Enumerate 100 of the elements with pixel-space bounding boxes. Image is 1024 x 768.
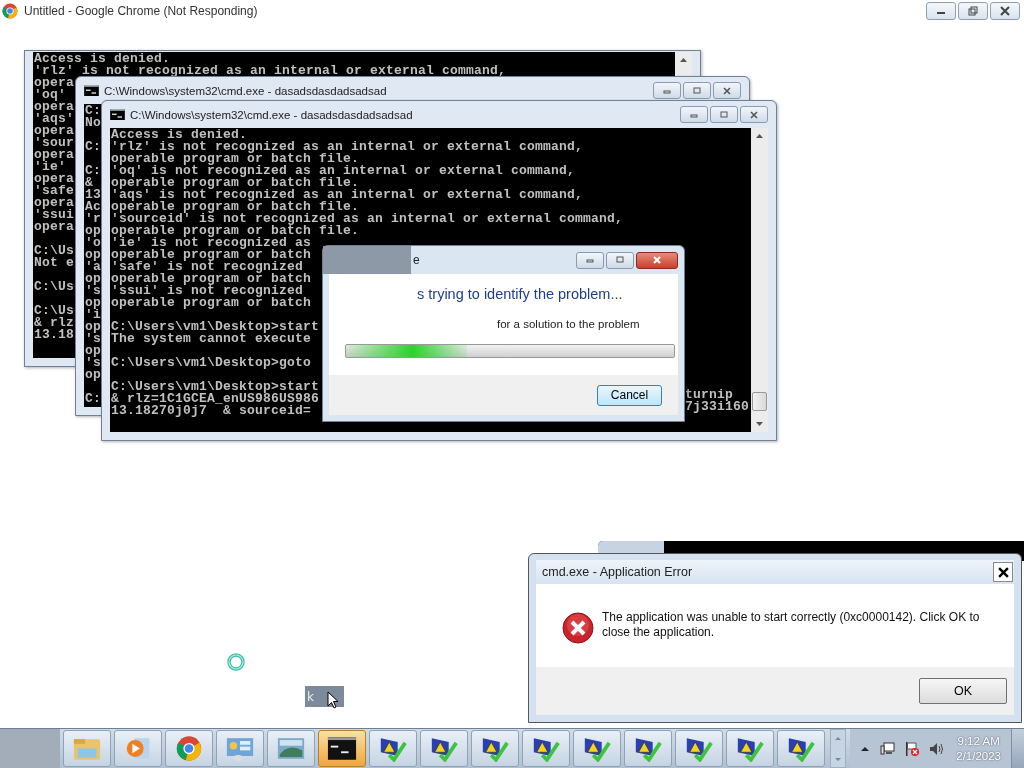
console-line: 's xyxy=(85,285,101,297)
console-line: The system cannot execute xyxy=(111,333,312,345)
console-line: op xyxy=(85,225,101,237)
close-icon xyxy=(722,85,732,96)
taskbar-button[interactable] xyxy=(624,730,672,767)
warning-check-icon xyxy=(378,735,408,762)
console-line: opera xyxy=(34,101,74,113)
console-line: Access is denied. xyxy=(34,53,171,65)
clock-time: 9:12 AM xyxy=(957,733,1000,749)
console-line: opera xyxy=(34,221,74,233)
close-icon xyxy=(1000,6,1010,16)
scrollbar[interactable] xyxy=(751,128,768,432)
taskbar-button[interactable] xyxy=(369,730,417,767)
restore-button[interactable] xyxy=(958,2,988,20)
warning-check-icon xyxy=(786,735,816,762)
console-line: turnip xyxy=(685,389,733,401)
console-icon xyxy=(327,735,357,762)
console-line: operable program or batch file. xyxy=(111,225,360,237)
start-area[interactable] xyxy=(0,729,60,768)
console-line: 'oq' xyxy=(34,89,66,101)
close-icon xyxy=(997,566,1009,578)
console-line: Not e xyxy=(34,257,74,269)
warning-check-icon xyxy=(684,735,714,762)
chrome-icon xyxy=(174,735,204,762)
flag-icon[interactable] xyxy=(904,740,921,757)
console-line: 'rlz' is not recognized as an internal or external command, xyxy=(111,141,584,153)
console-line: operable program or batch file. xyxy=(111,153,360,165)
taskbar-button[interactable] xyxy=(573,730,621,767)
taskbar-button[interactable] xyxy=(471,730,519,767)
close-button[interactable] xyxy=(993,562,1013,582)
scroll-thumb[interactable] xyxy=(752,392,767,411)
close-button[interactable] xyxy=(713,82,741,99)
show-desktop-button[interactable] xyxy=(1011,728,1024,768)
console-line: 'sour xyxy=(34,137,74,149)
console-line: C:\Users\vm1\Desktop>start xyxy=(111,321,320,333)
minimize-button[interactable] xyxy=(926,2,956,20)
console-line: C: xyxy=(85,105,101,117)
warning-check-icon xyxy=(633,735,663,762)
console-line: 'oq' is not recognized as an internal or external command, xyxy=(111,165,576,177)
console-line: C: xyxy=(85,141,101,153)
restore-icon xyxy=(968,6,978,16)
warning-check-icon xyxy=(480,735,510,762)
console-line: op xyxy=(85,297,101,309)
console-line: 'ie' is not recognized as xyxy=(111,237,312,249)
console-line: 'safe xyxy=(34,185,74,197)
console-line: & xyxy=(85,177,93,189)
console-line: C:\Us xyxy=(34,281,74,293)
console-line: 'rlz' is not recognized as an internal or external command, xyxy=(34,65,507,77)
console-line: 'sourceid' is not recognized as an internal or external command, xyxy=(111,213,624,225)
console-line: op xyxy=(85,369,101,381)
warning-check-icon xyxy=(735,735,765,762)
window-title: Untitled - Google Chrome (Not Responding) xyxy=(24,4,258,18)
console-line: 13.18 xyxy=(34,329,74,341)
console-line: opera xyxy=(34,173,74,185)
maximize-icon xyxy=(692,85,702,96)
thumbnail-label: k xyxy=(307,689,314,704)
warning-check-icon xyxy=(531,735,561,762)
console-line: C:\Us xyxy=(34,305,74,317)
console-line: operable program or batch xyxy=(111,273,312,285)
taskbar-button[interactable] xyxy=(318,730,366,767)
close-button[interactable] xyxy=(740,106,768,123)
maximize-icon xyxy=(719,109,729,120)
warning-check-icon xyxy=(429,735,459,762)
console-line: opera xyxy=(34,77,74,89)
network-icon[interactable] xyxy=(880,740,897,757)
ok-button[interactable]: OK xyxy=(919,678,1007,704)
console-line: 13.18270j0j7 & sourceid= xyxy=(111,405,312,417)
close-button[interactable] xyxy=(636,251,678,269)
console-line: C:\Us xyxy=(34,245,74,257)
console-line: C:\Users\vm1\Desktop>goto xyxy=(111,357,312,369)
console-icon xyxy=(84,85,99,96)
taskbar-button[interactable] xyxy=(522,730,570,767)
control-panel-icon xyxy=(225,735,255,762)
console-line: operable program or batch xyxy=(111,249,312,261)
console-line: Access is denied. xyxy=(111,129,248,141)
console-line: operable program or batch xyxy=(111,297,312,309)
loading-ring-icon xyxy=(226,652,246,672)
console-line: opera xyxy=(34,149,74,161)
photo-viewer-icon xyxy=(276,735,306,762)
console-line: C: xyxy=(85,165,101,177)
clock-date: 2/1/2023 xyxy=(956,748,1001,764)
close-icon xyxy=(652,255,662,265)
console-line: & rlz=1C1GCEA_enUS986US986 xyxy=(111,393,320,405)
console-line: 'ssui' is not recognized xyxy=(111,285,304,297)
window-title: cmd.exe - Application Error xyxy=(542,565,693,579)
taskbar-button[interactable] xyxy=(777,730,825,767)
window-title: C:\Windows\system32\cmd.exe - dasadsdasdadsadsad xyxy=(130,108,413,121)
mouse-cursor-icon xyxy=(327,691,339,709)
taskbar-button[interactable] xyxy=(675,730,723,767)
taskbar-button[interactable] xyxy=(420,730,468,767)
taskbar-button[interactable] xyxy=(726,730,774,767)
warning-check-icon xyxy=(582,735,612,762)
maximize-button[interactable] xyxy=(606,251,634,269)
console-line: C:\Users\vm1\Desktop>start xyxy=(111,381,320,393)
console-line: op xyxy=(85,249,101,261)
console-line: C: xyxy=(85,393,101,405)
console-line: 'a xyxy=(85,261,101,273)
close-button[interactable] xyxy=(990,2,1020,20)
console-line: 'aqs' xyxy=(34,113,74,125)
cancel-button[interactable]: Cancel xyxy=(597,384,662,406)
